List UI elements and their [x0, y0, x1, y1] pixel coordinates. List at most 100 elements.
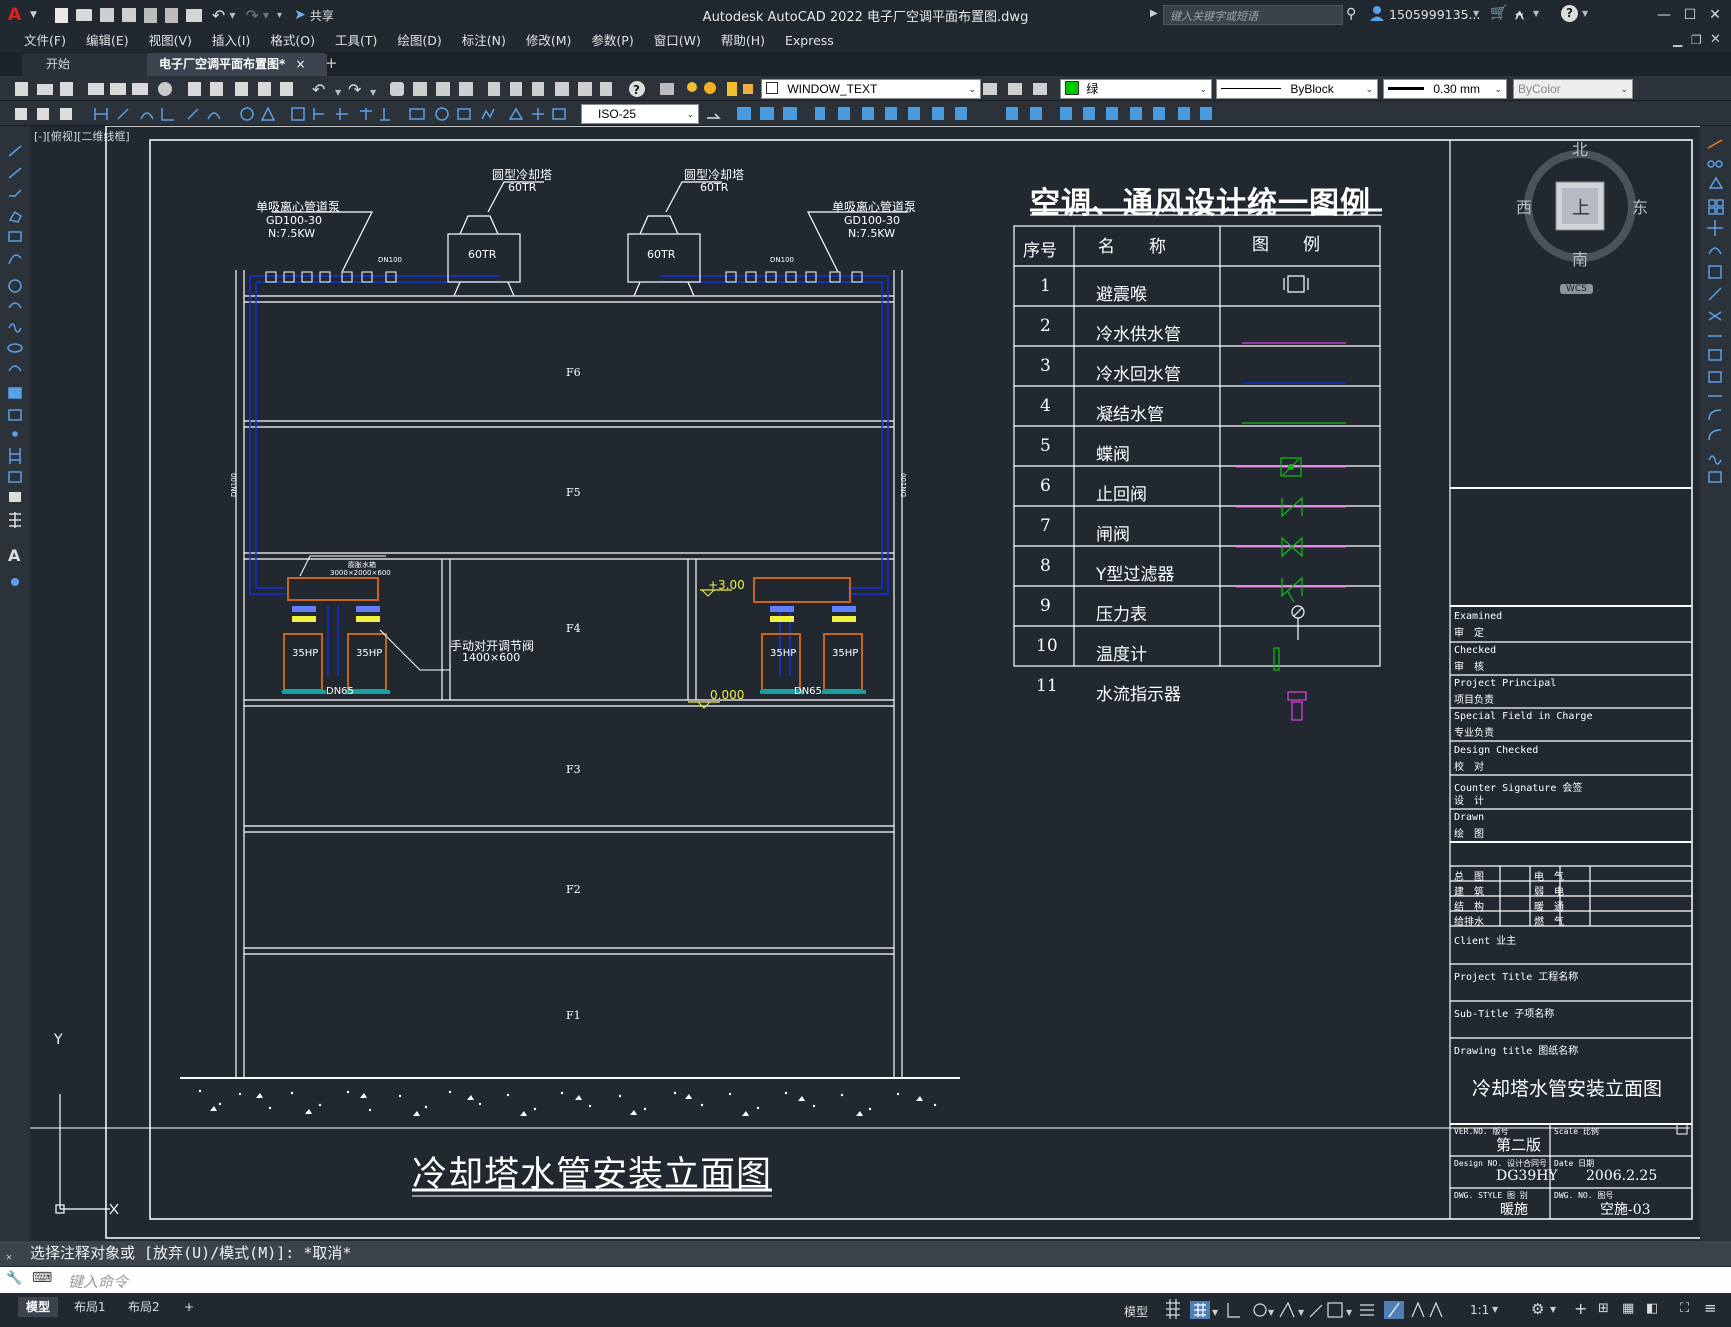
tab-start[interactable]: 开始	[22, 53, 152, 76]
status-bar: 模型 布局1 布局2 + 模型 ▼ ▼ ▼ ▼ 1:1 ▼ ⚙ ▼ + ⊞ ▦ …	[0, 1293, 1731, 1327]
viewcube-north[interactable]: 北	[1572, 136, 1588, 160]
tab-drawing[interactable]: 电子厂空调平面布置图* ×	[147, 53, 327, 76]
svg-text:▼: ▼	[335, 88, 342, 97]
open-web-icon[interactable]	[143, 7, 157, 23]
close-window-button[interactable]: ✕	[1701, 4, 1729, 26]
save-as-icon[interactable]	[121, 8, 136, 22]
wcs-button[interactable]: WCS	[1560, 284, 1593, 294]
share-button[interactable]: 共享	[310, 7, 334, 24]
color-dropdown[interactable]: 绿 ⌄	[1060, 79, 1212, 99]
tb-principal: Project Principal	[1454, 678, 1557, 689]
menu-help[interactable]: 帮助(H)	[711, 30, 775, 52]
lineweight-dropdown[interactable]: 0.30 mm ⌄	[1383, 79, 1507, 99]
menu-format[interactable]: 格式(O)	[260, 30, 325, 52]
quick-properties-icon[interactable]: ▦	[1622, 1301, 1634, 1316]
viewcube[interactable]: 北 南 西 东 上 WCS	[1500, 136, 1650, 296]
model-space-button[interactable]: 模型	[1124, 1303, 1148, 1320]
undo-dropdown-icon[interactable]: ▼	[229, 11, 235, 20]
isolate-objects-icon[interactable]: ◧	[1646, 1301, 1658, 1316]
new-file-icon[interactable]	[54, 7, 68, 23]
pump-power-left: N:7.5KW	[268, 227, 316, 240]
app-logo-icon[interactable]: A	[8, 5, 26, 25]
menu-edit[interactable]: 编辑(E)	[76, 30, 139, 52]
search-input[interactable]: 键入关键字或短语	[1163, 5, 1343, 25]
menu-window[interactable]: 窗口(W)	[644, 30, 711, 52]
customize-status-icon[interactable]: ≡	[1704, 1299, 1717, 1317]
viewcube-west[interactable]: 西	[1516, 194, 1532, 218]
unit-label-4: 35HP	[832, 648, 859, 659]
tb-disc-left-2: 结 构	[1454, 902, 1484, 913]
cart-icon[interactable]: 🛒	[1490, 5, 1507, 21]
plotstyle-dropdown[interactable]: ByColor ⌄	[1513, 79, 1633, 99]
layer-dropdown[interactable]: WINDOW_TEXT ⌄	[761, 79, 981, 99]
command-prompt-icon[interactable]: ⌨	[32, 1270, 52, 1286]
minimize-button[interactable]: —	[1650, 4, 1678, 26]
new-tab-button[interactable]: +	[325, 54, 338, 72]
redo-icon[interactable]: ↷	[245, 6, 258, 25]
tb-date-value: 2006.2.25	[1586, 1168, 1658, 1184]
layout-tab-layout1[interactable]: 布局1	[66, 1297, 114, 1317]
help-dropdown-icon[interactable]: ▼	[1582, 9, 1588, 18]
viewcube-top-face[interactable]: 上	[1572, 194, 1590, 220]
redo-dropdown-icon[interactable]: ▼	[263, 11, 269, 20]
dimstyle-dropdown[interactable]: ISO-25 ⌄	[581, 104, 699, 124]
tab-close-icon[interactable]: ×	[295, 57, 305, 71]
units-icon[interactable]: ⊞	[1598, 1301, 1609, 1316]
doc-close-button[interactable]: ✕	[1710, 32, 1721, 47]
drawing-canvas[interactable]: [-][俯视][二维线框] F6 F5 F4 F3 F2 F1 圆型冷却塔 60…	[30, 126, 1700, 1241]
command-customize-icon[interactable]: 🔧	[6, 1271, 22, 1286]
workspace-dropdown-icon[interactable]: ▼	[1550, 1305, 1556, 1314]
workspace-gear-icon[interactable]: ⚙	[1531, 1300, 1544, 1318]
open-file-icon[interactable]	[75, 9, 92, 21]
plot-icon[interactable]	[185, 8, 202, 22]
viewcube-east[interactable]: 东	[1632, 194, 1648, 218]
maximize-button[interactable]: ☐	[1676, 4, 1704, 26]
search-expand-icon[interactable]: ▶	[1150, 8, 1158, 19]
save-web-icon[interactable]	[164, 7, 178, 23]
menu-tools[interactable]: 工具(T)	[325, 30, 387, 52]
fullscreen-icon[interactable]: ⛶	[1680, 1301, 1689, 1316]
share-icon[interactable]: ➤	[294, 7, 306, 23]
save-icon[interactable]	[99, 8, 114, 22]
menu-express[interactable]: Express	[775, 30, 844, 52]
undo-icon[interactable]: ↶	[212, 6, 225, 25]
user-dropdown-icon[interactable]: ▼	[1473, 9, 1479, 18]
layout-tab-layout2[interactable]: 布局2	[120, 1297, 168, 1317]
pipe-dn100-right: DN100	[770, 256, 794, 264]
menu-parametric[interactable]: 参数(P)	[581, 30, 643, 52]
annotation-scale-dropdown-icon[interactable]: ▼	[1492, 1305, 1498, 1314]
pump-power-right: N:7.5KW	[848, 227, 896, 240]
doc-restore-button[interactable]: ❐	[1691, 33, 1702, 47]
pipe-dn100-riser-left: DN100	[230, 473, 238, 497]
menu-modify[interactable]: 修改(M)	[516, 30, 582, 52]
linetype-dropdown[interactable]: ByBlock ⌄	[1216, 79, 1378, 99]
annotation-monitor-icon[interactable]: +	[1574, 1299, 1587, 1318]
menu-draw[interactable]: 绘图(D)	[387, 30, 451, 52]
linetype-preview	[1221, 88, 1281, 89]
layout-tab-model[interactable]: 模型	[18, 1297, 59, 1317]
lineweight-preview	[1388, 87, 1424, 90]
doc-minimize-button[interactable]: ▁	[1673, 33, 1682, 47]
autodesk-a360-icon[interactable]: ⍲	[1515, 5, 1524, 23]
legend-title: 空调、通风设计统一图例	[1030, 186, 1371, 221]
command-input[interactable]: 键入命令	[68, 1271, 128, 1292]
help-icon[interactable]: ?	[1561, 5, 1578, 22]
customize-qa-icon[interactable]: ▾	[277, 10, 282, 21]
annotation-scale[interactable]: 1:1	[1470, 1303, 1489, 1317]
menu-insert[interactable]: 插入(I)	[202, 30, 260, 52]
menu-view[interactable]: 视图(V)	[139, 30, 202, 52]
app-menu-chevron-icon[interactable]: ▼	[30, 10, 37, 20]
command-line[interactable]: 🔧 ⌨ 键入命令	[0, 1267, 1731, 1293]
ground-hatch	[198, 1089, 937, 1116]
menu-file[interactable]: 文件(F)	[14, 30, 76, 52]
user-name[interactable]: 1505999135...	[1389, 7, 1480, 22]
viewcube-south[interactable]: 南	[1572, 246, 1588, 270]
svg-text:↷: ↷	[348, 80, 362, 99]
menu-dimension[interactable]: 标注(N)	[452, 30, 516, 52]
search-icon[interactable]: ⚲	[1346, 6, 1356, 22]
tower-box-left: 60TR	[468, 248, 497, 261]
a360-dropdown-icon[interactable]: ▼	[1533, 9, 1539, 18]
legend-row-number: 9	[1040, 596, 1051, 616]
user-icon[interactable]	[1370, 5, 1384, 21]
layout-tab-add[interactable]: +	[176, 1297, 202, 1317]
